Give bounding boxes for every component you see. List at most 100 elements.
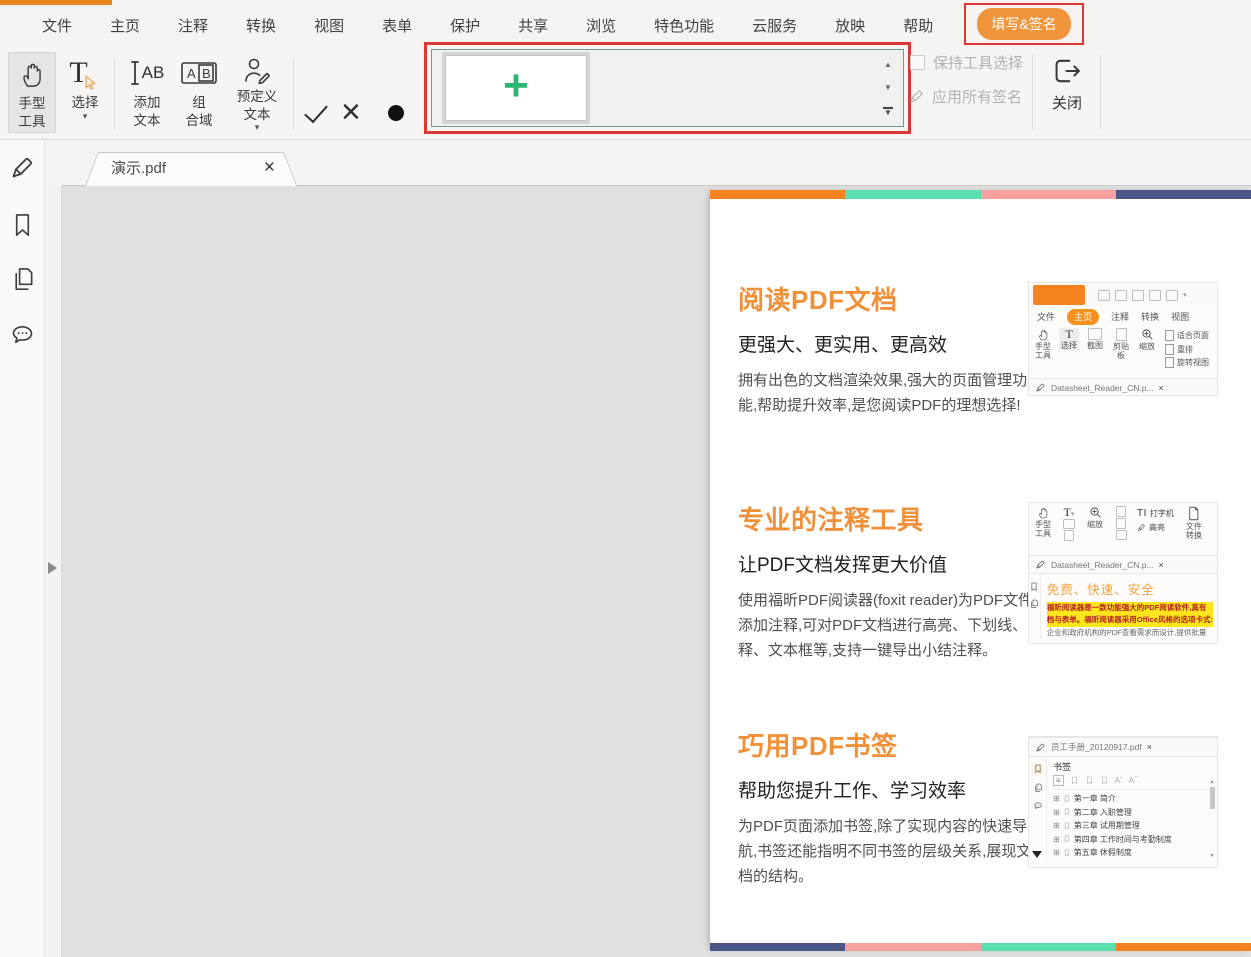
menu-home[interactable]: 主页 <box>110 15 140 36</box>
tab-fill-and-sign[interactable]: 填写&签名 <box>977 8 1070 40</box>
keep-tool-selection-checkbox <box>910 55 925 70</box>
pages-icon <box>1033 783 1043 793</box>
document-tab-title: 演示.pdf <box>111 152 166 185</box>
panel-expand-handle[interactable] <box>48 562 57 574</box>
feature-image-annotation-ui: 手型 工具 T▾ 缩放 TI打字机 高亮 文件 转换 <box>1028 502 1218 644</box>
section-body: 拥有出色的文档渲染效果,强大的页面管理功能,帮助提升效率,是您阅读PDF的理想选… <box>738 369 1044 419</box>
menu-form[interactable]: 表单 <box>382 15 412 36</box>
section-subtitle: 更强大、更实用、更高效 <box>738 330 1044 357</box>
menu-special-features[interactable]: 特色功能 <box>654 15 714 36</box>
bookmarks-panel-title: 书签 <box>1053 760 1211 773</box>
cross-stamp-button[interactable]: × <box>341 95 361 129</box>
predefined-text-button[interactable]: 预定义 文本▾ <box>227 52 287 133</box>
select-tool-button[interactable]: T 选择▾ <box>62 52 108 133</box>
foxit-logo <box>1033 285 1085 305</box>
quill-pencil-icon[interactable] <box>9 154 36 181</box>
feature-image-reader-ui: ▾ 文件 主页 注释 转换 视图 手型 工具 T 选择 截图 <box>1028 282 1218 396</box>
tab-close-icon[interactable]: × <box>264 152 275 184</box>
menu-comment[interactable]: 注释 <box>178 15 208 36</box>
gallery-expand-button[interactable]: ▼ <box>883 107 893 116</box>
pages-icon <box>1029 599 1039 609</box>
pencil-icon <box>1035 559 1046 570</box>
keep-tool-selection-row: 保持工具选择 <box>910 52 1023 73</box>
pencil-icon <box>1035 382 1046 393</box>
svg-text:B: B <box>202 66 211 81</box>
document-tab[interactable]: 演示.pdf × <box>85 152 297 186</box>
plus-icon: + <box>503 68 529 103</box>
signature-gallery-annotation-box: + ▲ ▼ ▼ <box>424 42 911 134</box>
menu-convert[interactable]: 转换 <box>246 15 276 36</box>
triangle-down-icon <box>1032 851 1042 858</box>
pages-panel-icon[interactable] <box>9 266 36 293</box>
highlight-pen-icon <box>1137 523 1146 532</box>
quick-access-icons: ▾ <box>1098 290 1187 301</box>
mini-menu-bar: 文件 主页 注释 转换 视图 <box>1029 307 1217 326</box>
menu-browse[interactable]: 浏览 <box>586 15 616 36</box>
hand-icon <box>1037 506 1050 519</box>
highlighted-text-line: 档与表单。福昕阅读器采用Office风格的选项卡式: <box>1047 614 1213 626</box>
hand-icon <box>1037 328 1050 341</box>
mini-sidebar <box>1029 574 1041 639</box>
mini-document-tab: Datasheet_Reader_CN.p... × <box>1029 378 1217 396</box>
menu-view[interactable]: 视图 <box>314 15 344 36</box>
close-label: 关闭 <box>1052 94 1082 114</box>
section-title: 专业的注释工具 <box>738 500 1044 537</box>
add-text-label: 添加 文本 <box>134 95 161 128</box>
mini-toolbar: 手型 工具 T 选择 截图 剪贴 板 缩放 适合页面 重排 旋转视图 <box>1029 326 1217 378</box>
apply-all-signatures-label: 应用所有签名 <box>932 86 1022 107</box>
combine-field-icon: A B <box>180 52 218 94</box>
page-bottom-stripe <box>710 943 1251 951</box>
zoom-icon <box>1089 506 1102 519</box>
mini-toolbar: 手型 工具 T▾ 缩放 TI打字机 高亮 文件 转换 <box>1029 503 1217 555</box>
zoom-icon <box>1141 328 1154 341</box>
bookmark-icon <box>1029 582 1039 592</box>
combine-field-button[interactable]: A B 组 合域 <box>176 52 222 133</box>
bookmarks-panel-icon[interactable] <box>9 212 36 239</box>
dot-stamp-button[interactable] <box>388 105 404 121</box>
add-text-button[interactable]: AB 添加 文本 <box>121 52 173 133</box>
pen-icon <box>908 88 925 105</box>
add-signature-card[interactable]: + <box>442 52 590 124</box>
menu-help[interactable]: 帮助 <box>903 15 933 36</box>
check-stamp-button[interactable] <box>304 99 328 123</box>
menu-cloud-service[interactable]: 云服务 <box>752 15 797 36</box>
hand-tool-button[interactable]: 手型 工具 <box>8 52 56 133</box>
section-read-pdf: 阅读PDF文档 更强大、更实用、更高效 拥有出色的文档渲染效果,强大的页面管理功… <box>738 280 1044 419</box>
typewriter-icon: TI <box>1137 508 1147 519</box>
highlighted-text-line: 福昕阅读器是一款功能强大的PDF阅读软件,真有 <box>1047 602 1213 614</box>
exit-icon <box>1050 50 1084 92</box>
gallery-scroll-down-button[interactable]: ▼ <box>881 83 895 92</box>
close-fill-sign-button[interactable]: 关闭 <box>1042 50 1092 132</box>
hand-icon <box>19 53 46 95</box>
signature-gallery: + ▲ ▼ ▼ <box>431 49 904 127</box>
predefined-text-label: 预定义 文本 <box>237 89 278 122</box>
gallery-scroll-up-button[interactable]: ▲ <box>881 60 895 69</box>
section-subtitle: 让PDF文档发挥更大价值 <box>738 550 1044 577</box>
menu-slideshow[interactable]: 放映 <box>835 15 865 36</box>
section-title: 巧用PDF书签 <box>738 726 1044 763</box>
menu-protect[interactable]: 保护 <box>450 15 480 36</box>
section-comment-tools: 专业的注释工具 让PDF文档发挥更大价值 使用福昕PDF阅读器(foxit re… <box>738 500 1044 663</box>
menu-share[interactable]: 共享 <box>518 15 548 36</box>
toolbar-separator <box>114 57 115 129</box>
bookmarks-panel-toolbar: ≡ AˆA¯ <box>1053 775 1211 790</box>
toolbar-separator <box>293 57 294 129</box>
navigation-sidebar <box>0 140 45 957</box>
text-line: 企业和政府机构的PDF查看需求而设计,提供批量 <box>1047 627 1213 639</box>
select-cursor-icon: T <box>69 52 100 94</box>
menu-file[interactable]: 文件 <box>42 15 72 36</box>
section-body: 为PDF页面添加书签,除了实现内容的快速导航,书签还能指明不同书签的层级关系,展… <box>738 815 1044 889</box>
combine-field-label: 组 合域 <box>186 95 213 128</box>
mini-scrollbar: ▲ ▼ <box>1208 779 1216 859</box>
comments-panel-icon[interactable] <box>9 322 36 349</box>
hand-tool-label: 手型 工具 <box>19 96 46 129</box>
mini-sidebar <box>1029 757 1047 861</box>
panel-collapse-strip <box>45 186 62 957</box>
file-convert-icon <box>1187 506 1200 521</box>
mini-document-tab: Datasheet_Reader_CN.p... × <box>1029 555 1217 574</box>
chevron-down-icon: ▾ <box>72 112 99 122</box>
section-bookmarks: 巧用PDF书签 帮助您提升工作、学习效率 为PDF页面添加书签,除了实现内容的快… <box>738 726 1044 889</box>
mini-document-tab: 员工手册_20120917.pdf × <box>1029 737 1217 757</box>
comment-icon <box>1033 801 1043 811</box>
svg-text:A: A <box>187 66 196 81</box>
